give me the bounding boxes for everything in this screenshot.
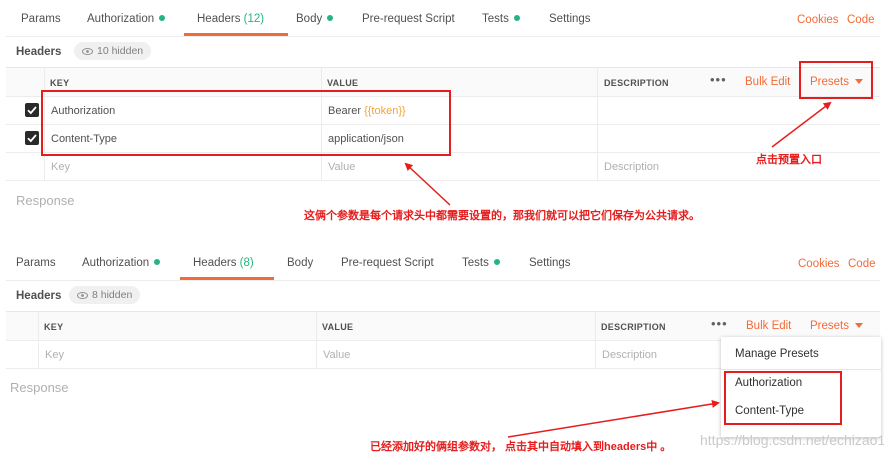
arrow-to-preset-items	[507, 400, 720, 438]
annotation-arrows	[404, 101, 832, 438]
watermark-text: https://blog.csdn.net/echizao1839	[700, 432, 884, 448]
arrow-to-rows	[404, 162, 451, 206]
arrow-to-presets	[771, 101, 832, 148]
